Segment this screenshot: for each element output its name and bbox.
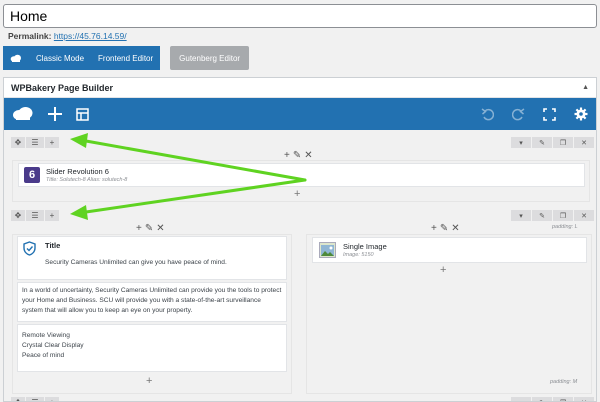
- row-3-controls: ✥ ☰ +: [11, 397, 59, 401]
- add-column-icon[interactable]: +: [45, 210, 59, 221]
- wpbakery-mode-button-group: Classic Mode Frontend Editor: [3, 46, 161, 70]
- row-clone-icon[interactable]: ❐: [553, 137, 573, 148]
- title-element[interactable]: Title Security Cameras Unlimited can giv…: [17, 236, 287, 280]
- features-text-element[interactable]: Remote Viewing Crystal Clear Display Pea…: [17, 324, 287, 372]
- shield-check-icon: [23, 241, 36, 260]
- feature-item: Remote Viewing: [22, 332, 70, 339]
- plus-icon[interactable]: [48, 107, 62, 121]
- redo-icon[interactable]: [512, 107, 525, 121]
- feature-item: Crystal Clear Display: [22, 342, 84, 349]
- editor-mode-buttons: Classic Mode Frontend Editor Gutenberg E…: [3, 46, 250, 70]
- add-element-icon[interactable]: +: [431, 223, 437, 234]
- row-3-actions: ▾ ✎ ❐ ✕: [511, 397, 594, 401]
- row-2-controls: ✥ ☰ +: [11, 210, 59, 221]
- title-subtext: Security Cameras Unlimited can give you …: [45, 259, 227, 266]
- row-clone-icon[interactable]: ❐: [553, 397, 573, 401]
- builder-header: WPBakery Page Builder ▲: [4, 78, 596, 98]
- slider-revolution-element[interactable]: 6 Slider Revolution 6 Title: Solutech-8 …: [18, 163, 585, 187]
- padding-label: padding: L: [552, 224, 578, 230]
- feature-item: Peace of mind: [22, 352, 65, 359]
- permalink: Permalink: https://45.76.14.59/: [8, 31, 127, 41]
- edit-column-icon[interactable]: ✎: [440, 223, 448, 234]
- row-2-actions: ▾ ✎ ❐ ✕: [511, 210, 594, 221]
- delete-column-icon[interactable]: ✕: [451, 223, 459, 234]
- row-dropdown-icon[interactable]: ▾: [511, 397, 531, 401]
- post-title-input[interactable]: Home: [3, 4, 597, 28]
- add-column-icon[interactable]: +: [45, 397, 59, 401]
- row-dropdown-icon[interactable]: ▾: [511, 137, 531, 148]
- padding-label: padding: M: [550, 379, 578, 385]
- row-delete-icon[interactable]: ✕: [574, 137, 594, 148]
- builder-canvas: ✥ ☰ + ▾ ✎ ❐ ✕ + ✎ ✕ 6 Slider Revolution …: [4, 130, 596, 401]
- collapse-arrow-icon[interactable]: ▲: [582, 84, 589, 91]
- edit-column-icon[interactable]: ✎: [145, 223, 153, 234]
- gutenberg-editor-button[interactable]: Gutenberg Editor: [170, 46, 250, 70]
- row-dropdown-icon[interactable]: ▾: [511, 210, 531, 221]
- title-heading: Title: [45, 241, 61, 250]
- row-edit-icon[interactable]: ✎: [532, 210, 552, 221]
- column-layout-icon[interactable]: ☰: [26, 137, 44, 148]
- row-edit-icon[interactable]: ✎: [532, 397, 552, 401]
- add-column-icon[interactable]: +: [45, 137, 59, 148]
- builder-title: WPBakery Page Builder: [11, 82, 114, 93]
- cloud-icon: [3, 46, 29, 70]
- builder-toolbar: [4, 98, 596, 130]
- move-icon[interactable]: ✥: [11, 397, 25, 401]
- frontend-editor-button[interactable]: Frontend Editor: [91, 46, 160, 70]
- layout-icon[interactable]: [76, 107, 89, 121]
- row-clone-icon[interactable]: ❐: [553, 210, 573, 221]
- move-icon[interactable]: ✥: [11, 210, 25, 221]
- permalink-label: Permalink:: [8, 31, 52, 41]
- cloud-logo-icon[interactable]: [12, 106, 34, 122]
- element-meta: Title: Solutech-8 Alias: solutech-8: [46, 177, 128, 183]
- add-element-icon[interactable]: +: [294, 188, 300, 200]
- element-meta: Image: 5150: [343, 252, 374, 258]
- permalink-link[interactable]: https://45.76.14.59/: [54, 31, 127, 41]
- single-image-element[interactable]: Single Image Image: 5150: [312, 237, 587, 263]
- add-element-icon[interactable]: +: [146, 375, 152, 387]
- classic-mode-button[interactable]: Classic Mode: [29, 46, 91, 70]
- undo-icon[interactable]: [481, 107, 494, 121]
- wpbakery-page-builder: WPBakery Page Builder ▲ ✥ ☰ + ▾ ✎ ❐ ✕ + …: [3, 77, 597, 402]
- row-1-actions: ▾ ✎ ❐ ✕: [511, 137, 594, 148]
- element-name: Single Image: [343, 242, 387, 251]
- column-layout-icon[interactable]: ☰: [26, 210, 44, 221]
- column-layout-icon[interactable]: ☰: [26, 397, 44, 401]
- add-element-icon[interactable]: +: [440, 264, 446, 276]
- delete-column-icon[interactable]: ✕: [156, 223, 164, 234]
- fullscreen-icon[interactable]: [543, 107, 556, 121]
- right-column-controls: + ✎ ✕: [431, 223, 460, 234]
- left-column-controls: + ✎ ✕: [136, 223, 165, 234]
- gear-icon[interactable]: [574, 107, 588, 121]
- paragraph-text-element[interactable]: In a world of uncertainty, Security Came…: [17, 282, 287, 322]
- row-delete-icon[interactable]: ✕: [574, 210, 594, 221]
- add-element-icon[interactable]: +: [136, 223, 142, 234]
- row-1-controls: ✥ ☰ +: [11, 137, 59, 148]
- image-icon: [319, 242, 336, 258]
- slider-revolution-icon: 6: [24, 167, 40, 183]
- row-delete-icon[interactable]: ✕: [574, 397, 594, 401]
- element-name: Slider Revolution 6: [46, 167, 109, 176]
- move-icon[interactable]: ✥: [11, 137, 25, 148]
- row-edit-icon[interactable]: ✎: [532, 137, 552, 148]
